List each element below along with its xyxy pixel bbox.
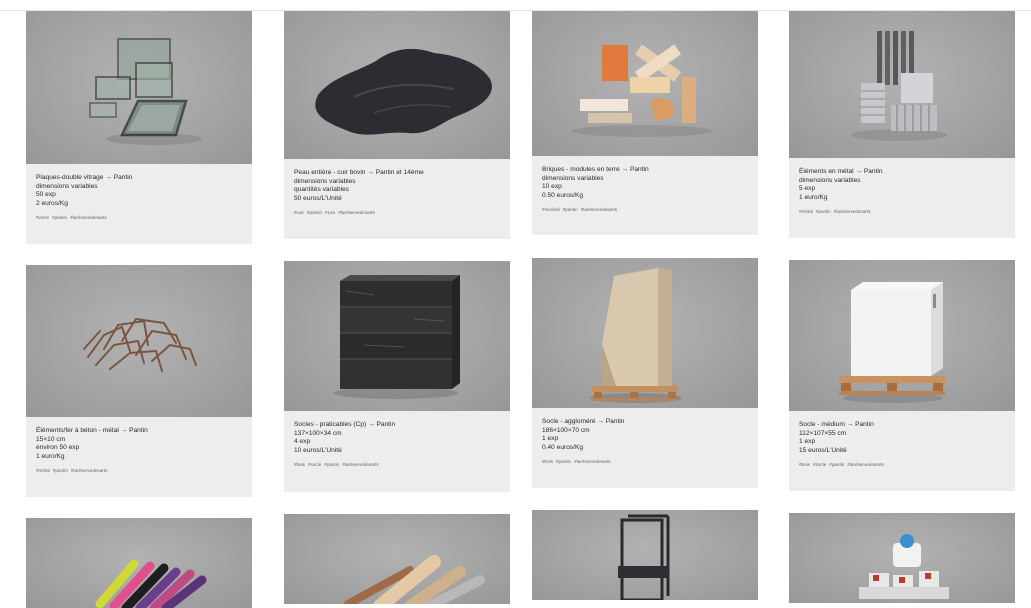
- product-title[interactable]: Socle - aggloméré → Pantin: [542, 418, 748, 427]
- tag-link[interactable]: #laréservedesarts: [834, 209, 871, 214]
- tag-link[interactable]: #laréservedesarts: [71, 468, 108, 473]
- tag-link[interactable]: #métal: [799, 209, 813, 214]
- product-photo[interactable]: [532, 258, 758, 408]
- tag-link[interactable]: #métal: [36, 468, 50, 473]
- tag-link[interactable]: #pantin: [52, 215, 67, 220]
- product-quantity: 10 exp: [542, 183, 562, 191]
- tag-link[interactable]: #laréservedesarts: [338, 210, 375, 215]
- product-card-rebar[interactable]: Éléments/fer à béton - métal → Pantin 15…: [26, 265, 252, 497]
- product-card-metal-elements[interactable]: Éléments en métal → Pantin dimensions va…: [789, 11, 1015, 238]
- product-photo[interactable]: [789, 11, 1015, 158]
- product-title[interactable]: Socles - praticables (Cp) → Pantin: [294, 421, 500, 430]
- product-dimensions: 112×107×55 cm: [799, 429, 847, 437]
- tag-link[interactable]: #laréservedesarts: [574, 459, 611, 464]
- tag-link[interactable]: #socle: [308, 462, 321, 467]
- product-card-mdf-plinth[interactable]: Socle - médium → Pantin 112×107×55 cm 1 …: [789, 260, 1015, 491]
- tag-link[interactable]: #cuir: [294, 210, 304, 215]
- product-card-leather-hide[interactable]: Peau entière - cuir bovin → Pantin et 14…: [284, 11, 510, 239]
- product-price: 15 euros/L'Unité: [799, 446, 847, 454]
- product-photo[interactable]: [284, 514, 510, 604]
- product-price: 1 euro/Kg: [799, 193, 828, 201]
- product-card-chipboard-plinth[interactable]: Socle - aggloméré → Pantin 186×100×70 cm…: [532, 258, 758, 488]
- product-card-metal-frame[interactable]: [532, 510, 758, 600]
- product-card-double-glazing[interactable]: Plaques-double vitrage → Pantin dimensio…: [26, 11, 252, 244]
- product-dimensions: dimensions variables: [36, 182, 98, 190]
- product-photo[interactable]: [26, 11, 252, 164]
- product-dimensions: dimensions variables: [294, 177, 356, 185]
- product-title[interactable]: Briques - modules en terre → Pantin: [542, 166, 748, 175]
- tag-link[interactable]: #pantin: [307, 210, 322, 215]
- tag-link[interactable]: #bois: [294, 462, 305, 467]
- tag-link[interactable]: #laréservedesarts: [581, 207, 618, 212]
- tag-link[interactable]: #bois: [799, 462, 810, 467]
- product-photo[interactable]: [26, 518, 252, 608]
- product-dimensions: dimensions variables: [542, 174, 604, 182]
- product-card-black-plinths[interactable]: Socles - praticables (Cp) → Pantin 137×1…: [284, 261, 510, 492]
- product-photo[interactable]: [284, 11, 510, 159]
- tag-link[interactable]: #pantin: [556, 459, 571, 464]
- product-photo[interactable]: [26, 265, 252, 417]
- product-photo[interactable]: [284, 261, 510, 411]
- tag-link[interactable]: #minéral: [542, 207, 560, 212]
- product-price: 10 euros/L'Unité: [294, 446, 342, 454]
- tag-link[interactable]: #14e: [325, 210, 335, 215]
- product-dimensions: 186×100×70 cm: [542, 426, 590, 434]
- tag-link[interactable]: #pantin: [829, 462, 844, 467]
- product-quantity: 50 exp: [36, 191, 56, 199]
- product-title[interactable]: Plaques-double vitrage → Pantin: [36, 174, 242, 183]
- product-dimensions: dimensions variables: [799, 176, 861, 184]
- tag-link[interactable]: #pantin: [53, 468, 68, 473]
- product-card-clay-bricks[interactable]: Briques - modules en terre → Pantin dime…: [532, 11, 758, 235]
- tag-link[interactable]: #pantin: [816, 209, 831, 214]
- tag-link[interactable]: #laréservedesarts: [342, 462, 379, 467]
- product-card-colored-tubes[interactable]: [26, 518, 252, 608]
- tag-link[interactable]: #laréservedesarts: [70, 215, 107, 220]
- product-price: 0.50 euros/Kg: [542, 191, 584, 199]
- product-title[interactable]: Socle - médium → Pantin: [799, 421, 1005, 430]
- product-dimensions: 15×10 cm: [36, 435, 66, 443]
- tag-link[interactable]: #socle: [813, 462, 826, 467]
- tag-link[interactable]: #verre: [36, 215, 49, 220]
- product-dimensions: 137×100×34 cm: [294, 429, 342, 437]
- product-title[interactable]: Éléments en métal → Pantin: [799, 168, 1005, 177]
- product-card-rolls[interactable]: [284, 514, 510, 604]
- tag-link[interactable]: #pantin: [324, 462, 339, 467]
- product-price: 1 euro/Kg: [36, 452, 65, 460]
- product-quantity: quantités variables: [294, 186, 349, 194]
- product-price: 2 euros/Kg: [36, 199, 68, 207]
- product-title[interactable]: Éléments/fer à béton - métal → Pantin: [36, 427, 242, 436]
- product-quantity: 1 exp: [542, 435, 559, 443]
- product-photo[interactable]: [789, 260, 1015, 411]
- tag-link[interactable]: #laréservedesarts: [847, 462, 884, 467]
- tag-link[interactable]: #pantin: [563, 207, 578, 212]
- product-card-assorted-items[interactable]: [789, 513, 1015, 603]
- product-title[interactable]: Peau entière - cuir bovin → Pantin et 14…: [294, 169, 500, 178]
- product-quantity: 5 exp: [799, 185, 816, 193]
- product-photo[interactable]: [532, 11, 758, 156]
- product-photo[interactable]: [789, 513, 1015, 603]
- product-price: 0.40 euros/Kg: [542, 443, 584, 451]
- product-photo[interactable]: [532, 510, 758, 600]
- product-price: 50 euros/L'Unité: [294, 194, 342, 202]
- tag-link[interactable]: #bois: [542, 459, 553, 464]
- product-quantity: 4 exp: [294, 438, 311, 446]
- product-quantity: 1 exp: [799, 438, 816, 446]
- product-quantity: environ 50 exp: [36, 444, 80, 452]
